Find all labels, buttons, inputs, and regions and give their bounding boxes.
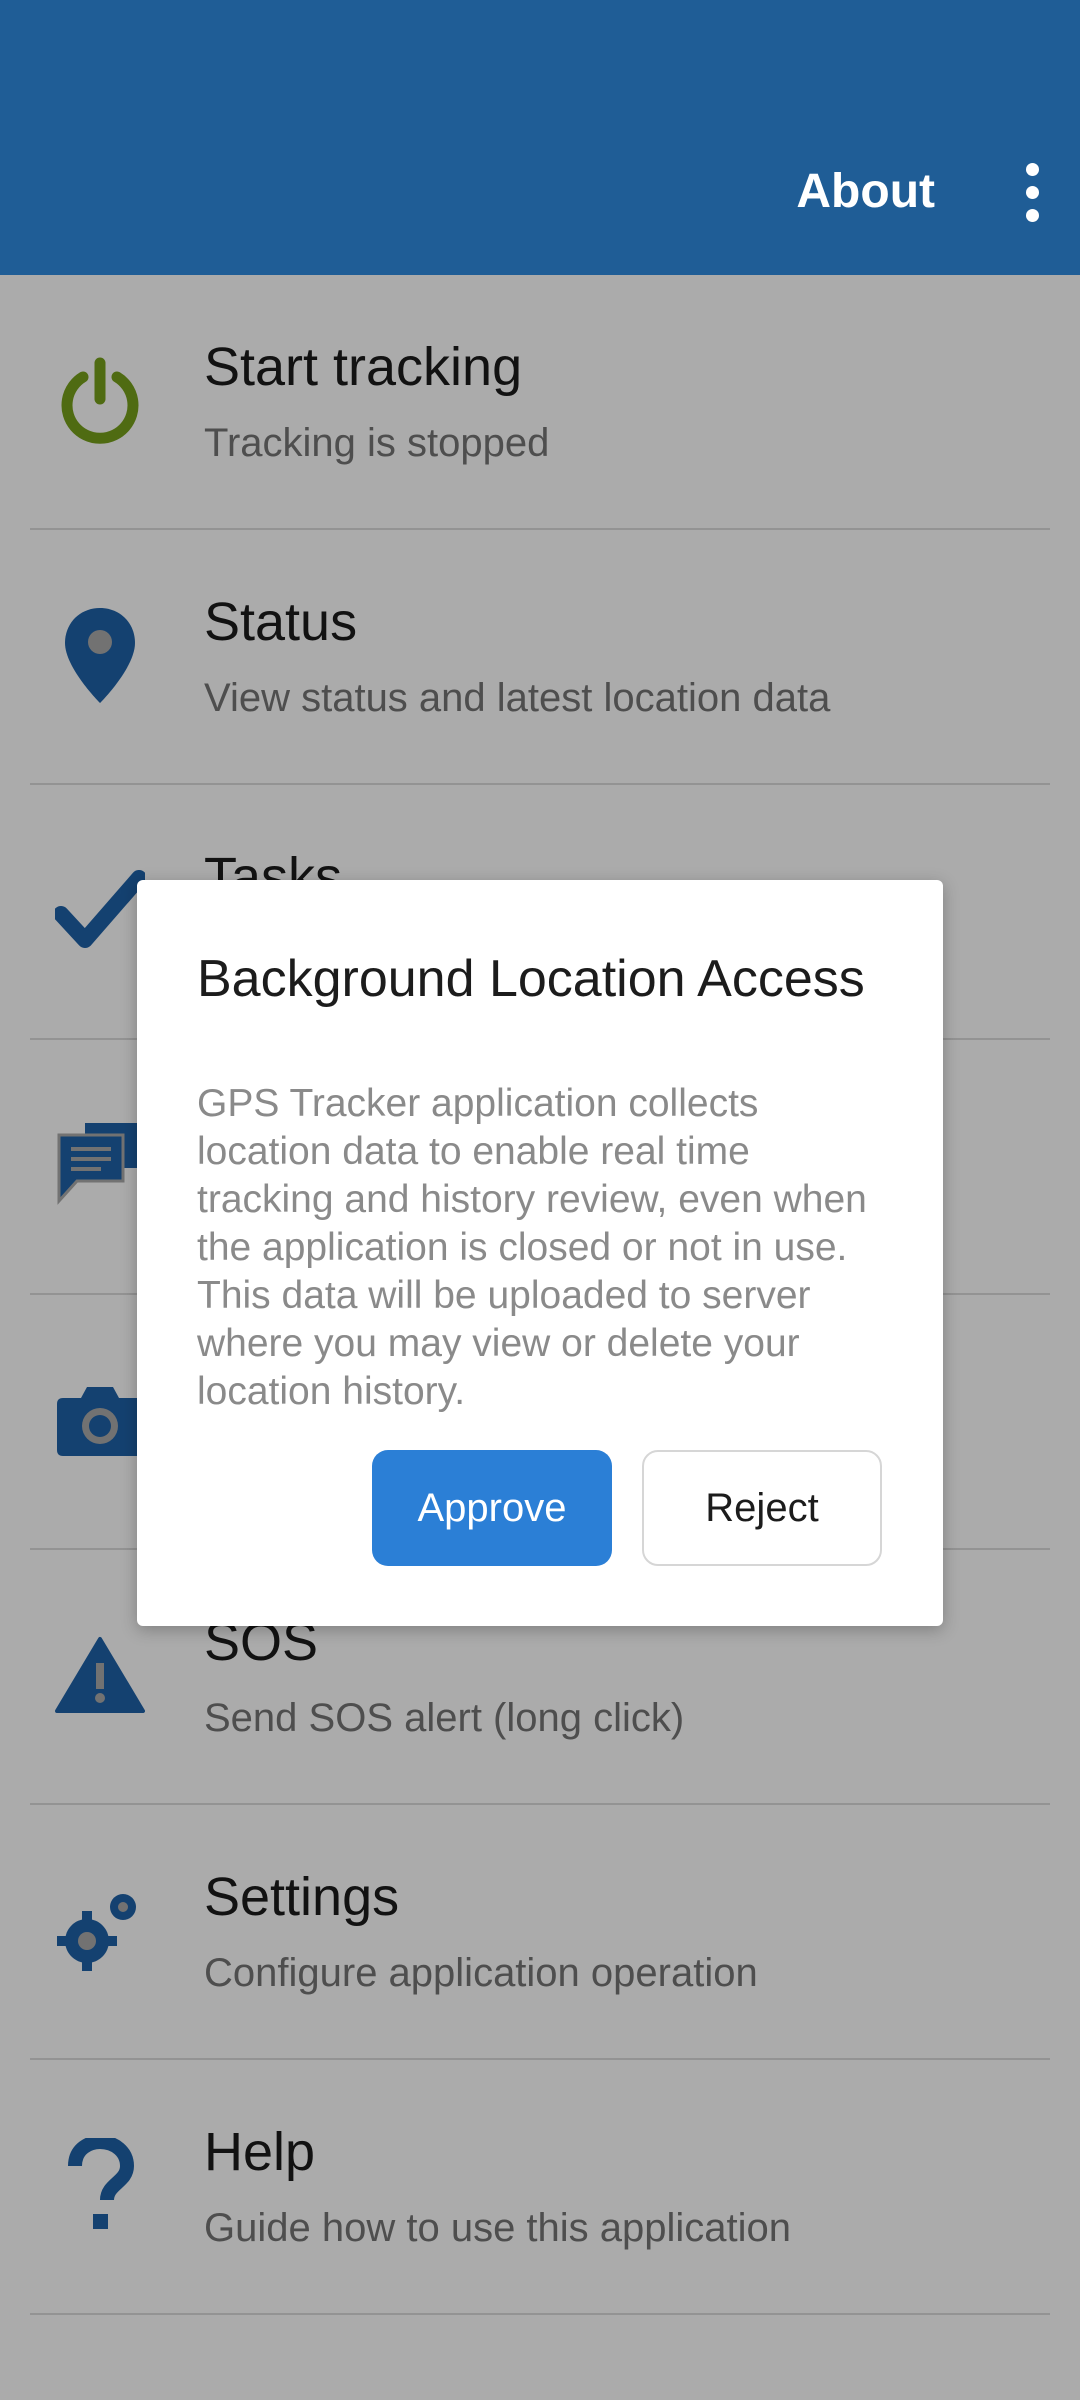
- background-location-dialog: Background Location Access GPS Tracker a…: [137, 880, 943, 1626]
- dialog-message: GPS Tracker application collects locatio…: [197, 1082, 867, 1413]
- about-button[interactable]: About: [796, 160, 935, 224]
- reject-button[interactable]: Reject: [642, 1450, 882, 1566]
- more-vert-icon[interactable]: [1002, 150, 1062, 234]
- dialog-title: Background Location Access: [197, 950, 865, 1008]
- approve-button[interactable]: Approve: [372, 1450, 612, 1566]
- app-bar: About: [0, 0, 1080, 275]
